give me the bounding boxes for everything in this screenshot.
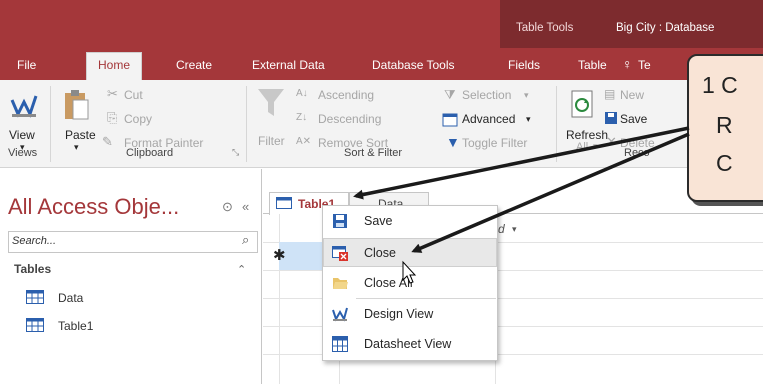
annotation-overlay [353,126,690,284]
arrow-to-doc-tab [353,126,690,200]
mouse-pointer-icon [402,260,417,284]
arrow-to-close-item [411,132,690,253]
